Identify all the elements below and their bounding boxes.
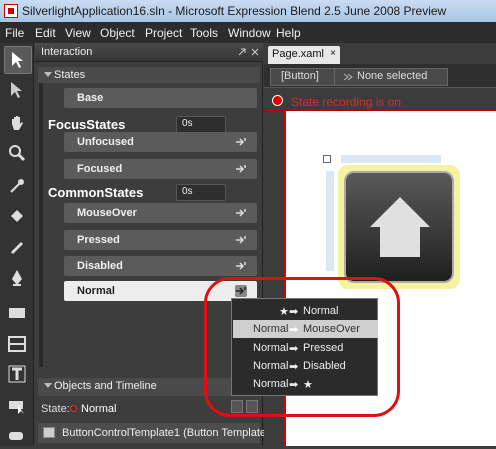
- collapse-triangle-icon: [44, 72, 52, 77]
- state-mouseover[interactable]: MouseOver: [64, 203, 257, 223]
- add-transition-icon[interactable]: [235, 234, 247, 246]
- close-panel-icon[interactable]: [250, 47, 260, 57]
- objects-timeline-title: Objects and Timeline: [54, 380, 157, 392]
- selection-tool[interactable]: [4, 46, 32, 74]
- direct-selection-tool[interactable]: [4, 77, 30, 103]
- rectangle-tool[interactable]: [4, 300, 30, 326]
- asset-icon: [9, 432, 23, 440]
- menu-file[interactable]: File: [5, 26, 24, 40]
- crumb-button[interactable]: [Button]: [270, 68, 336, 86]
- grid-ruler-left: [326, 171, 334, 271]
- grid-icon: [8, 336, 26, 352]
- collapse-triangle-icon: [44, 383, 52, 388]
- menu-view[interactable]: View: [65, 26, 91, 40]
- state-base[interactable]: Base: [64, 88, 257, 108]
- paint-bucket-tool[interactable]: [4, 203, 30, 229]
- direct-pointer-icon: [11, 82, 22, 98]
- asset-tool[interactable]: [4, 423, 30, 449]
- interaction-header: Interaction: [35, 43, 263, 62]
- title-bar: SilverlightApplication16.sln - Microsoft…: [0, 0, 496, 22]
- menu-project[interactable]: Project: [145, 26, 182, 40]
- menu-help[interactable]: Help: [276, 26, 301, 40]
- menu-object[interactable]: Object: [100, 26, 135, 40]
- template-item-label: ButtonControlTemplate1 (Button Template): [62, 427, 270, 439]
- state-base-label: Base: [77, 92, 104, 104]
- layout-grid-tool[interactable]: [4, 331, 30, 357]
- brush-transform-tool[interactable]: [4, 233, 30, 259]
- layout-marker-icon[interactable]: [323, 155, 331, 163]
- eyedropper-tool[interactable]: [4, 173, 30, 199]
- scope-up-icon[interactable]: [43, 427, 55, 438]
- annotation-highlight-circle: [204, 277, 400, 417]
- paint-bucket-icon: [11, 210, 23, 222]
- state-unfocused[interactable]: Unfocused: [64, 132, 257, 152]
- control-icon: [9, 401, 24, 414]
- grid-ruler-top: [341, 155, 441, 163]
- states-scrollbar[interactable]: [39, 83, 43, 367]
- zoom-tool[interactable]: [4, 140, 30, 166]
- add-transition-icon[interactable]: [235, 207, 247, 219]
- text-tool[interactable]: [4, 361, 30, 387]
- pen-tool[interactable]: [4, 265, 30, 291]
- magnifier-icon: [9, 145, 26, 162]
- state-unfocused-label: Unfocused: [77, 136, 134, 148]
- state-value: Normal: [81, 403, 117, 415]
- house-icon: [370, 197, 430, 257]
- designed-button[interactable]: [344, 171, 454, 283]
- state-focused-label: Focused: [77, 163, 123, 175]
- interaction-title: Interaction: [41, 46, 93, 58]
- add-transition-icon[interactable]: [235, 260, 247, 272]
- menu-window[interactable]: Window: [228, 26, 271, 40]
- text-icon: [8, 365, 26, 383]
- template-row[interactable]: ButtonControlTemplate1 (Button Template): [38, 423, 270, 443]
- crumb-selection[interactable]: None selected: [334, 68, 448, 86]
- state-mouseover-label: MouseOver: [77, 207, 137, 219]
- focusstates-duration[interactable]: 0s: [176, 116, 226, 133]
- states-section-header[interactable]: States: [38, 67, 260, 83]
- eyedropper-icon: [10, 179, 24, 193]
- pen-icon: [12, 270, 22, 286]
- close-tab-icon[interactable]: ×: [330, 48, 336, 59]
- tab-page-xaml[interactable]: Page.xaml ×: [268, 46, 340, 64]
- menu-edit[interactable]: Edit: [35, 26, 56, 40]
- recording-indicator-icon[interactable]: [272, 95, 283, 106]
- tab-label: Page.xaml: [272, 48, 324, 60]
- state-pressed-label: Pressed: [77, 234, 120, 246]
- state-normal-label: Normal: [77, 285, 115, 297]
- brush-icon: [11, 242, 23, 254]
- state-disabled[interactable]: Disabled: [64, 256, 257, 276]
- add-transition-icon[interactable]: [235, 163, 247, 175]
- state-disabled-label: Disabled: [77, 260, 123, 272]
- rectangle-icon: [9, 308, 25, 318]
- crumb-button-label: [Button]: [281, 70, 319, 82]
- window-title: SilverlightApplication16.sln - Microsoft…: [22, 4, 447, 18]
- pointer-icon: [12, 52, 23, 68]
- recording-status: State recording is on: [291, 95, 402, 109]
- state-focused[interactable]: Focused: [64, 159, 257, 179]
- commonstates-duration[interactable]: 0s: [176, 184, 226, 201]
- group-commonstates: CommonStates: [48, 185, 144, 200]
- commonstates-duration-value: 0s: [182, 186, 193, 197]
- state-label: State:: [41, 403, 70, 415]
- breadcrumb: [Button] None selected: [264, 64, 496, 88]
- hand-icon: [12, 116, 23, 130]
- focusstates-duration-value: 0s: [182, 118, 193, 129]
- app-icon: [4, 4, 18, 18]
- pan-tool[interactable]: [4, 110, 30, 136]
- menu-bar: File Edit View Object Project Tools Wind…: [0, 22, 496, 43]
- group-focusstates: FocusStates: [48, 117, 126, 132]
- toolbox: [0, 43, 34, 446]
- add-transition-icon[interactable]: [235, 136, 247, 148]
- state-pressed[interactable]: Pressed: [64, 230, 257, 250]
- chevron-icon: [343, 73, 353, 81]
- menu-tools[interactable]: Tools: [190, 26, 218, 40]
- recording-dot-icon: [70, 405, 77, 412]
- crumb-selection-label: None selected: [357, 70, 428, 82]
- states-title: States: [54, 69, 86, 81]
- undock-icon[interactable]: [237, 47, 247, 57]
- control-tool[interactable]: [4, 393, 30, 419]
